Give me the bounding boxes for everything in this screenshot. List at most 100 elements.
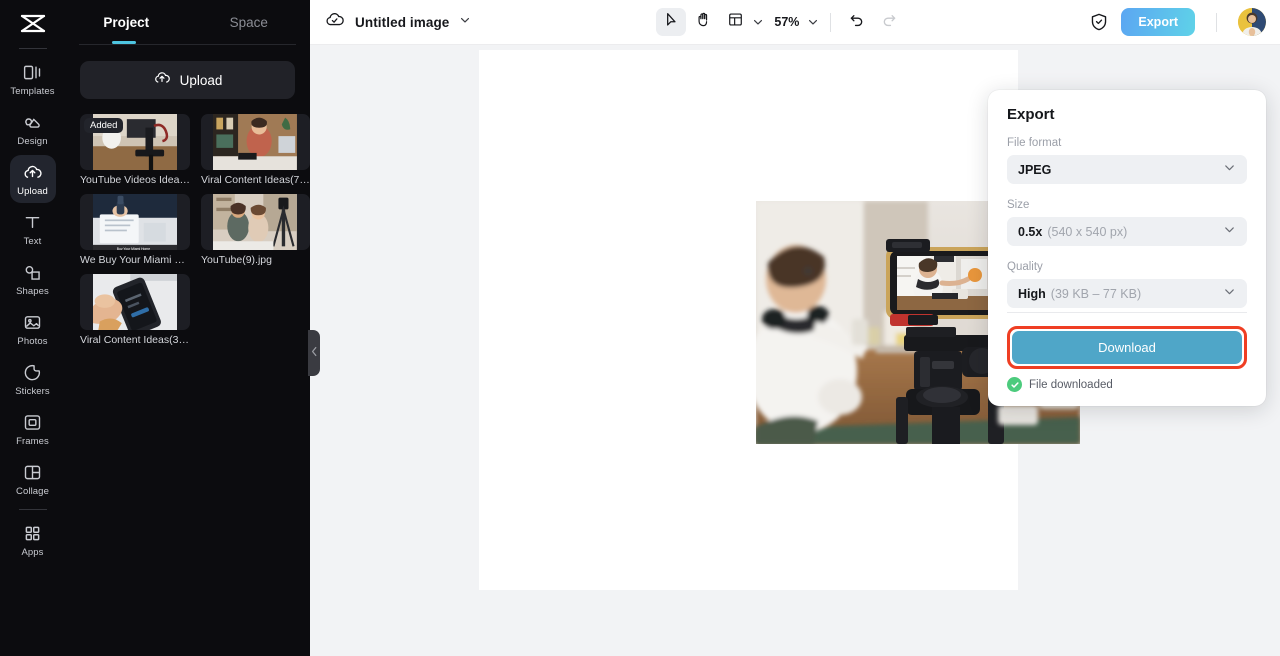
panel-tabs: Project Space bbox=[65, 0, 310, 44]
top-toolbar: Untitled image 57% Export bbox=[310, 0, 1280, 45]
sidebar-item-collage[interactable]: Collage bbox=[10, 455, 56, 503]
status-badge: Added bbox=[84, 118, 124, 133]
sidebar-item-label: Frames bbox=[16, 435, 49, 447]
asset-thumbnail[interactable] bbox=[200, 114, 310, 170]
asset-image: Buy Your Miami Home bbox=[92, 194, 178, 250]
download-button[interactable]: Download bbox=[1012, 331, 1242, 364]
asset-item[interactable]: YouTube(9).jpg bbox=[200, 194, 310, 266]
zoom-caret-icon[interactable] bbox=[807, 16, 819, 28]
hand-pan-icon bbox=[695, 11, 712, 33]
upload-button[interactable]: Upload bbox=[80, 61, 295, 99]
hand-pan-tool[interactable] bbox=[688, 8, 718, 36]
size-detail: (540 x 540 px) bbox=[1047, 224, 1128, 239]
frames-icon bbox=[22, 412, 43, 433]
collage-icon bbox=[22, 462, 43, 483]
sidebar-item-design[interactable]: Design bbox=[10, 105, 56, 153]
sidebar-item-shapes[interactable]: Shapes bbox=[10, 255, 56, 303]
asset-image bbox=[92, 274, 178, 330]
export-popover: Export File format JPEG Size 0.5x (540 x… bbox=[988, 90, 1266, 406]
shapes-icon bbox=[22, 262, 43, 283]
size-value: 0.5x bbox=[1018, 224, 1043, 239]
app-root: Templates Design Upload Text Shapes Phot… bbox=[0, 0, 1280, 656]
design-icon bbox=[22, 112, 43, 133]
upload-panel: Project Space Upload Added YouTube Video… bbox=[65, 0, 320, 656]
asset-item[interactable]: Viral Content Ideas(3… bbox=[80, 274, 190, 346]
rail-divider-bottom bbox=[18, 509, 47, 510]
chevron-down-icon[interactable] bbox=[459, 13, 471, 31]
sidebar-item-label: Upload bbox=[17, 185, 48, 197]
chevron-down-icon bbox=[1223, 285, 1236, 303]
sidebar-item-frames[interactable]: Frames bbox=[10, 405, 56, 453]
svg-text:Buy Your Miami Home: Buy Your Miami Home bbox=[116, 247, 150, 250]
toolbar-divider bbox=[830, 12, 832, 32]
asset-item[interactable]: Added YouTube Videos Idea… bbox=[80, 114, 190, 186]
sidebar-item-label: Collage bbox=[16, 485, 49, 497]
quality-select[interactable]: High (39 KB – 77 KB) bbox=[1007, 279, 1247, 308]
capcut-logo-icon[interactable] bbox=[13, 6, 53, 40]
quality-detail: (39 KB – 77 KB) bbox=[1050, 286, 1142, 301]
cursor-select-tool[interactable] bbox=[656, 8, 687, 36]
zoom-level[interactable]: 57% bbox=[772, 15, 801, 29]
asset-caption: YouTube(9).jpg bbox=[200, 254, 272, 266]
sidebar-item-photos[interactable]: Photos bbox=[10, 305, 56, 353]
asset-caption: YouTube Videos Idea… bbox=[80, 174, 190, 186]
sidebar-item-stickers[interactable]: Stickers bbox=[10, 355, 56, 403]
canvas-page[interactable] bbox=[479, 50, 1080, 590]
toolbar-divider-right bbox=[1215, 12, 1217, 32]
photos-icon bbox=[22, 312, 43, 333]
download-highlight-frame: Download bbox=[1007, 326, 1247, 369]
sidebar-item-apps[interactable]: Apps bbox=[10, 516, 56, 564]
asset-thumbnail[interactable] bbox=[80, 274, 190, 330]
check-circle-icon bbox=[1007, 377, 1022, 392]
templates-icon bbox=[22, 62, 43, 83]
layout-grid-icon bbox=[727, 11, 744, 33]
toolbar-right-group: Export bbox=[1089, 8, 1266, 36]
size-select[interactable]: 0.5x (540 x 540 px) bbox=[1007, 217, 1247, 246]
panel-collapse-handle[interactable] bbox=[308, 330, 320, 376]
chevron-down-icon bbox=[1223, 223, 1236, 241]
cloud-saved-icon[interactable] bbox=[324, 9, 345, 35]
quality-label: Quality bbox=[1007, 261, 1043, 273]
quality-value: High bbox=[1018, 286, 1046, 301]
panel-tab-divider bbox=[79, 44, 296, 45]
left-rail: Templates Design Upload Text Shapes Phot… bbox=[0, 0, 65, 656]
sidebar-item-label: Shapes bbox=[16, 285, 49, 297]
asset-item[interactable]: Buy Your Miami Home We Buy Your Miami … bbox=[80, 194, 190, 266]
download-status: File downloaded bbox=[1007, 377, 1247, 392]
file-format-label: File format bbox=[1007, 137, 1062, 149]
file-format-value: JPEG bbox=[1018, 162, 1052, 177]
stickers-icon bbox=[22, 362, 43, 383]
asset-caption: We Buy Your Miami … bbox=[80, 254, 185, 266]
cursor-select-icon bbox=[663, 11, 680, 33]
asset-thumbnail[interactable] bbox=[200, 194, 310, 250]
user-avatar[interactable] bbox=[1237, 8, 1266, 36]
sidebar-item-label: Apps bbox=[21, 546, 44, 558]
chevron-left-icon bbox=[311, 344, 318, 362]
layout-grid-tool[interactable] bbox=[720, 8, 750, 36]
shield-check-icon[interactable] bbox=[1089, 12, 1109, 32]
sidebar-item-text[interactable]: Text bbox=[10, 205, 56, 253]
size-label: Size bbox=[1007, 199, 1030, 211]
asset-caption: Viral Content Ideas(3… bbox=[80, 334, 189, 346]
asset-thumbnail[interactable]: Added bbox=[80, 114, 190, 170]
undo-button[interactable] bbox=[842, 8, 872, 36]
export-button[interactable]: Export bbox=[1121, 8, 1195, 36]
tab-space[interactable]: Space bbox=[188, 0, 311, 44]
text-icon bbox=[22, 212, 43, 233]
main-area: Untitled image 57% Export Export File fo… bbox=[310, 0, 1280, 656]
sidebar-item-label: Photos bbox=[17, 335, 48, 347]
layout-caret-icon[interactable] bbox=[752, 16, 764, 28]
file-format-select[interactable]: JPEG bbox=[1007, 155, 1247, 184]
redo-button[interactable] bbox=[874, 8, 904, 36]
toolbar-center-group: 57% bbox=[656, 8, 904, 36]
toolbar-left-group: Untitled image bbox=[324, 9, 471, 35]
asset-item[interactable]: Viral Content Ideas(7… bbox=[200, 114, 310, 186]
document-title[interactable]: Untitled image bbox=[355, 15, 449, 30]
canvas-area[interactable]: Export File format JPEG Size 0.5x (540 x… bbox=[310, 45, 1280, 656]
undo-icon bbox=[848, 11, 866, 34]
sidebar-item-label: Text bbox=[23, 235, 42, 247]
tab-project[interactable]: Project bbox=[65, 0, 188, 44]
sidebar-item-upload[interactable]: Upload bbox=[9, 155, 56, 203]
sidebar-item-templates[interactable]: Templates bbox=[10, 55, 56, 103]
asset-thumbnail[interactable]: Buy Your Miami Home bbox=[80, 194, 190, 250]
